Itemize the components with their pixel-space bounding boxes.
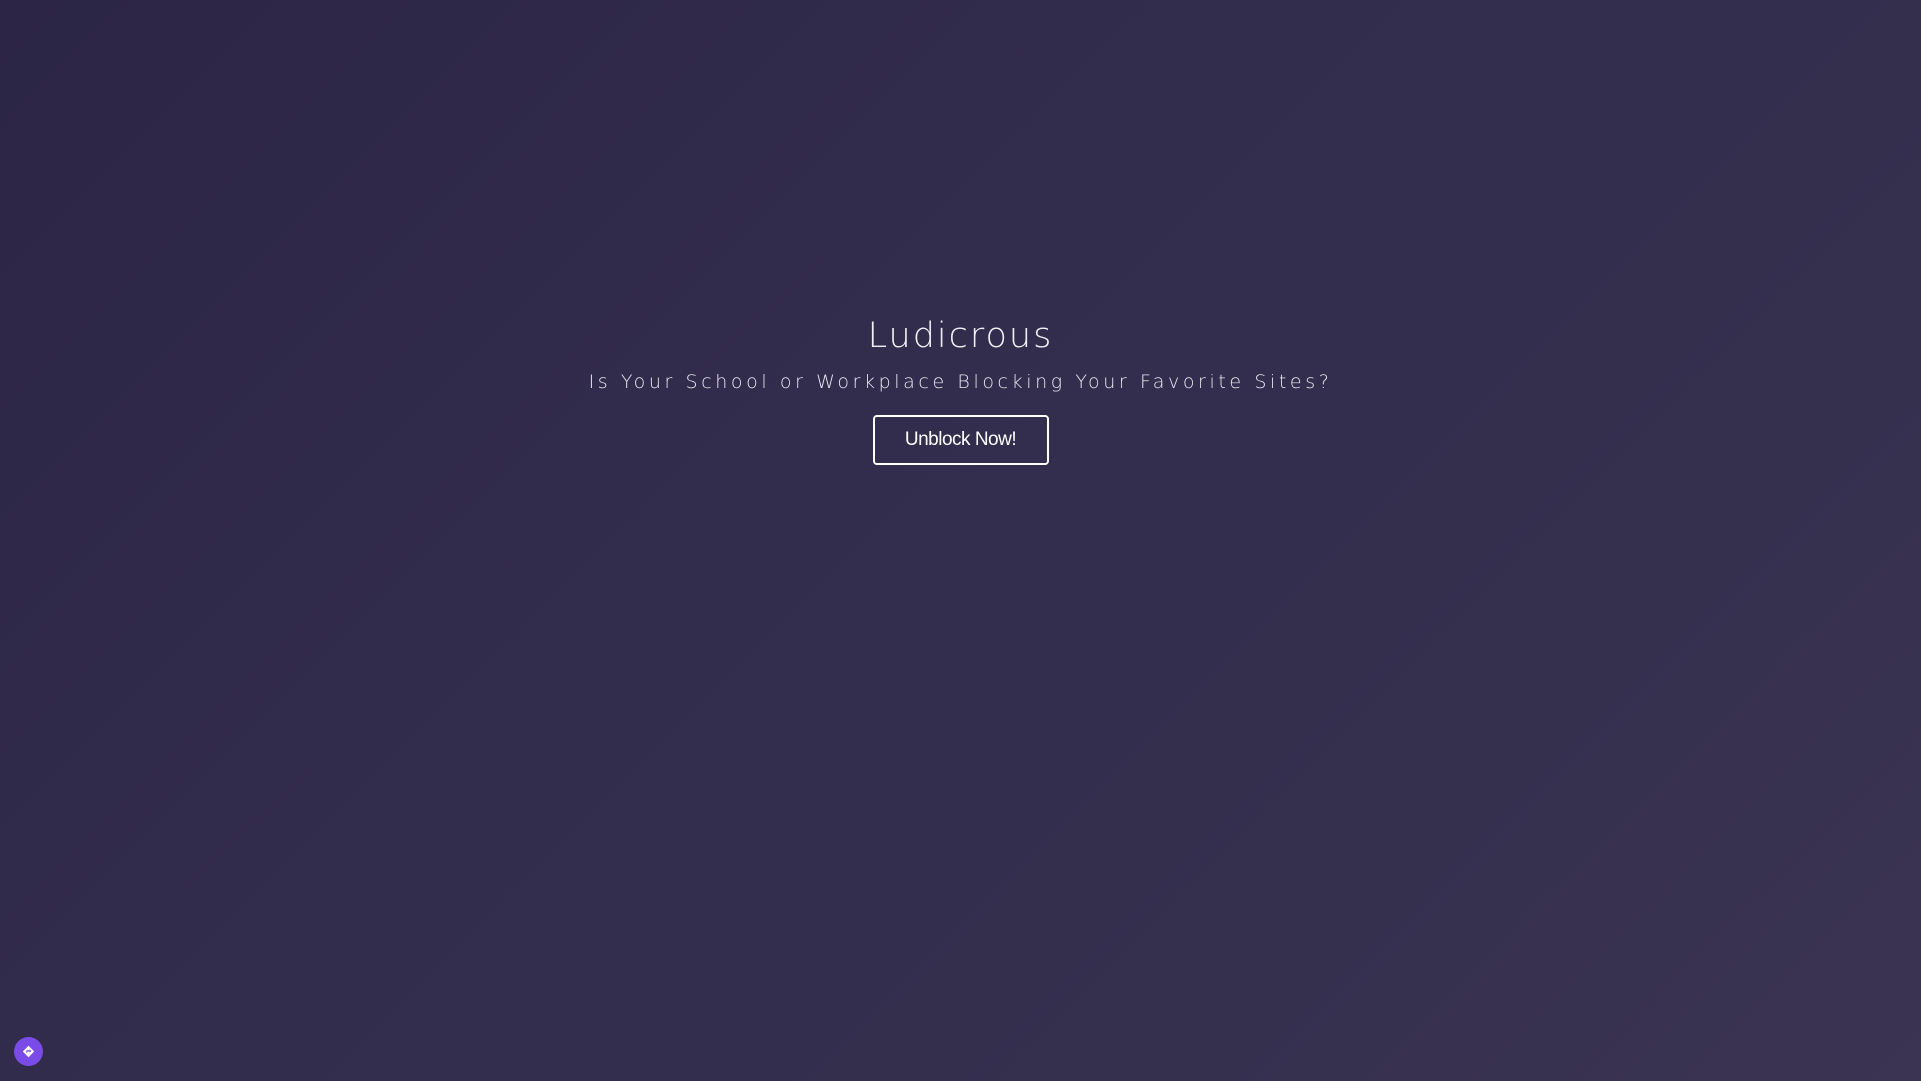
diamond-arrow-icon (22, 1045, 35, 1058)
floating-action-button[interactable] (14, 1037, 43, 1066)
site-title: Ludicrous (867, 316, 1054, 356)
unblock-now-button[interactable]: Unblock Now! (872, 415, 1049, 465)
hero-section: Ludicrous Is Your School or Workplace Bl… (0, 312, 1921, 465)
site-tagline: Is Your School or Workplace Blocking You… (588, 371, 1333, 393)
